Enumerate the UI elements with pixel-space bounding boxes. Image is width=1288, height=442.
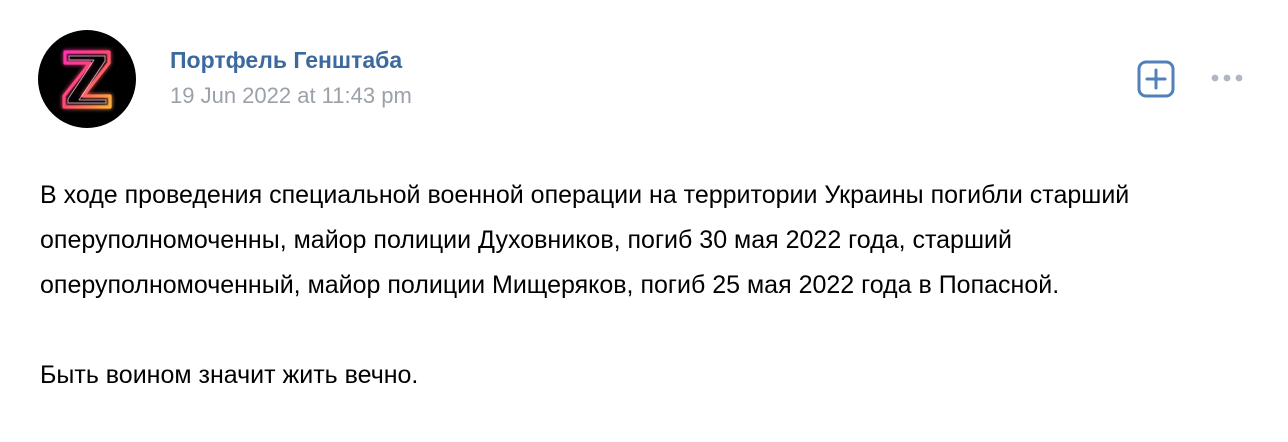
plus-square-icon	[1137, 60, 1175, 98]
post-text: В ходе проведения специальной военной оп…	[40, 173, 1250, 398]
more-options-button[interactable]	[1208, 66, 1248, 90]
post-card: Портфель Генштаба 19 Jun 2022 at 11:43 p…	[0, 0, 1288, 442]
post-date-link[interactable]: 19 Jun 2022 at 11:43 pm	[170, 83, 412, 109]
author-name-link[interactable]: Портфель Генштаба	[170, 47, 402, 74]
post-paragraph: Быть воином значит жить вечно.	[40, 361, 419, 389]
neon-z-logo-icon	[62, 50, 112, 109]
more-dots-icon	[1211, 74, 1243, 82]
post-paragraph: В ходе проведения специальной военной оп…	[40, 181, 1130, 299]
avatar[interactable]	[38, 30, 136, 128]
subscribe-button[interactable]	[1137, 60, 1175, 98]
